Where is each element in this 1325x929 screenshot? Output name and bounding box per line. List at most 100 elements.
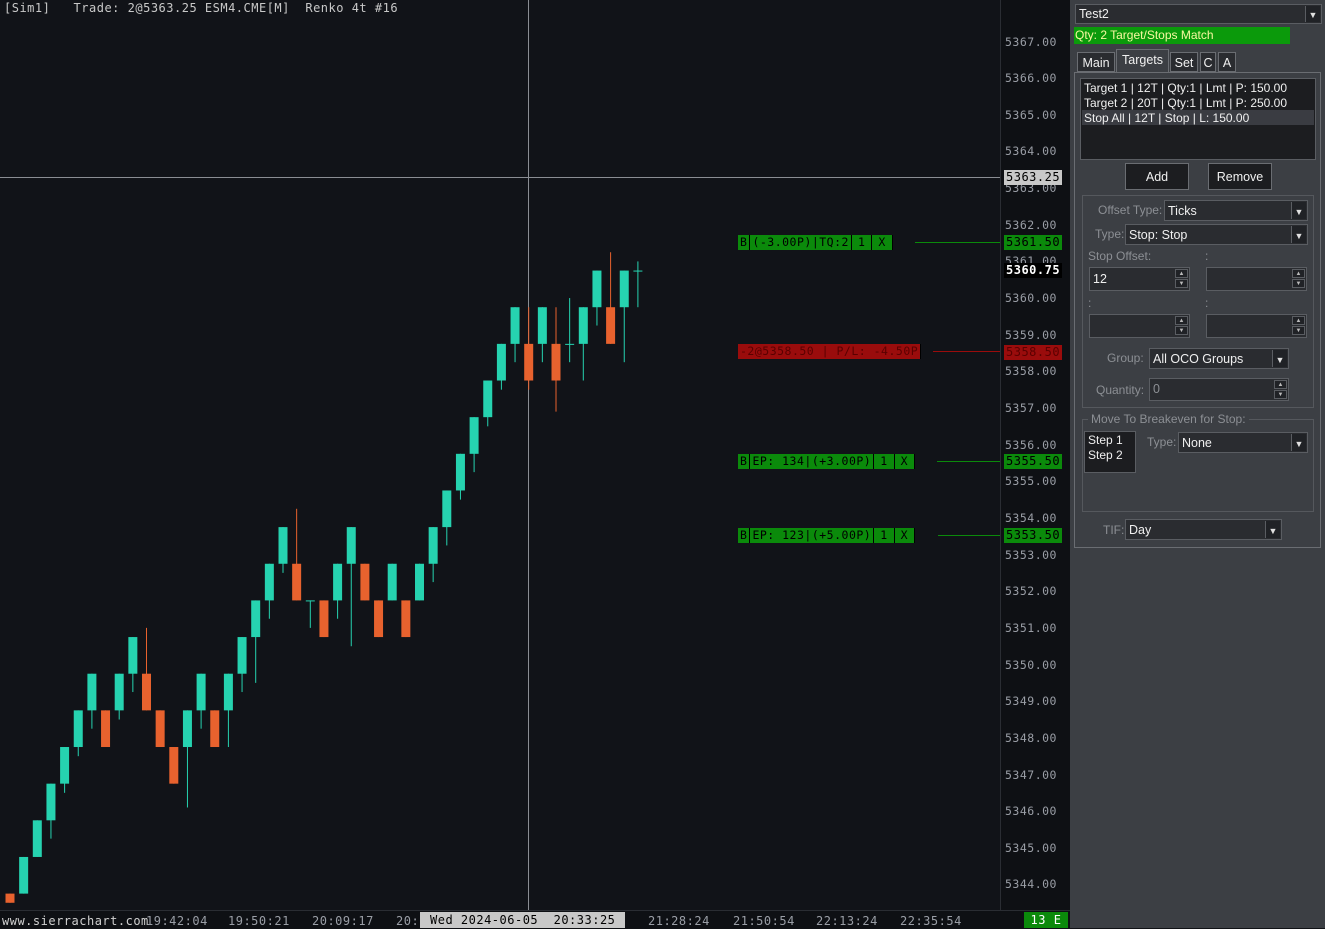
order-label-mid[interactable]: B EP: 134|(+3.00P) 1 X xyxy=(738,454,916,469)
candle-body xyxy=(128,637,138,674)
candle-up xyxy=(496,343,506,390)
list-item[interactable]: Step 2 xyxy=(1088,448,1123,462)
stop-offset-input[interactable]: 12 ▲ ▼ xyxy=(1089,267,1190,291)
quantity-input[interactable]: 0 ▲ ▼ xyxy=(1149,378,1289,401)
candle-up xyxy=(73,710,83,757)
chart-plot-area[interactable]: [Sim1] Trade: 2@5363.25 ESM4.CME[M] Renk… xyxy=(0,0,1000,910)
chart-header: [Sim1] Trade: 2@5363.25 ESM4.CME[M] Renk… xyxy=(4,1,398,15)
order-qty-button[interactable]: 1 xyxy=(851,235,873,250)
candle-body xyxy=(606,307,616,344)
list-item-selected[interactable]: Stop All | 12T | Stop | L: 150.00 xyxy=(1084,111,1249,125)
account-select[interactable]: Test2 ▼ xyxy=(1075,4,1322,24)
price-tick: 5353.00 xyxy=(1005,547,1057,562)
position-label[interactable]: -2@5358.50 | P/L: -4.50P xyxy=(738,344,922,359)
add-button[interactable]: Add xyxy=(1125,163,1189,190)
candle-up xyxy=(196,673,206,729)
target-list[interactable]: Target 1 | 12T | Qty:1 | Lmt | P: 150.00… xyxy=(1080,78,1316,160)
candle-body xyxy=(428,527,438,564)
time-axis[interactable]: www.sierrachart.com 19:42:04 19:50:21 20… xyxy=(0,910,1070,929)
candle-body xyxy=(237,637,247,674)
candle-up xyxy=(565,298,575,363)
offset-input-4[interactable]: ▲ ▼ xyxy=(1206,314,1307,338)
chevron-down-icon: ▼ xyxy=(1265,521,1280,538)
price-tick: 5366.00 xyxy=(1005,71,1057,86)
order-close-button[interactable]: X xyxy=(872,235,893,250)
be-type-value: None xyxy=(1182,436,1212,450)
time-tick: 22:35:54 xyxy=(900,914,962,928)
list-item[interactable]: Step 1 xyxy=(1088,433,1123,447)
order-line-mid xyxy=(937,461,1000,462)
spin-up-icon[interactable]: ▲ xyxy=(1292,316,1305,325)
spin-down-icon[interactable]: ▼ xyxy=(1292,326,1305,335)
list-item[interactable]: Target 1 | 12T | Qty:1 | Lmt | P: 150.00 xyxy=(1084,81,1287,95)
candle-up xyxy=(60,747,70,793)
candle-up xyxy=(483,380,493,427)
offset-type-select[interactable]: Ticks ▼ xyxy=(1164,200,1308,221)
candle-up xyxy=(387,563,397,601)
tab-main[interactable]: Main xyxy=(1077,52,1115,72)
order-qty-button[interactable]: 1 xyxy=(874,454,895,469)
offset-type-value: Ticks xyxy=(1168,204,1197,218)
spin-down-icon[interactable]: ▼ xyxy=(1175,279,1188,288)
order-info: EP: 123|(+5.00P) xyxy=(750,528,875,543)
tab-c[interactable]: C xyxy=(1200,52,1216,72)
candle-body xyxy=(87,673,97,711)
tab-a[interactable]: A xyxy=(1218,52,1236,72)
price-tick: 5348.00 xyxy=(1005,730,1057,745)
candle-up xyxy=(428,527,438,583)
list-item[interactable]: Target 2 | 20T | Qty:1 | Lmt | P: 250.00 xyxy=(1084,96,1287,110)
stop-offset-label: Stop Offset: xyxy=(1088,249,1152,263)
candle-body xyxy=(333,563,343,601)
quantity-label: Quantity: xyxy=(1096,383,1145,397)
spin-down-icon[interactable]: ▼ xyxy=(1292,279,1305,288)
candle-up xyxy=(32,820,42,857)
tif-select[interactable]: Day ▼ xyxy=(1125,519,1282,540)
remove-button[interactable]: Remove xyxy=(1208,163,1272,190)
candle-up xyxy=(578,307,588,381)
stop-offset-value: 12 xyxy=(1093,272,1107,286)
chevron-down-icon: ▼ xyxy=(1305,6,1320,22)
candle-body xyxy=(73,710,83,748)
candle-body xyxy=(155,710,165,748)
candle-body xyxy=(483,380,493,418)
candle-body xyxy=(442,490,452,528)
trade-value: 2@5363.25 xyxy=(127,1,198,15)
status-bar: Qty: 2 Target/Stops Match xyxy=(1074,27,1290,44)
chart-window[interactable]: [Sim1] Trade: 2@5363.25 ESM4.CME[M] Renk… xyxy=(0,0,1071,929)
order-line-low xyxy=(938,535,1000,536)
stop-type-select[interactable]: Stop: Stop ▼ xyxy=(1125,224,1308,245)
step-list[interactable]: Step 1 Step 2 xyxy=(1084,431,1136,473)
be-type-select[interactable]: None ▼ xyxy=(1178,432,1308,453)
candle-body xyxy=(346,527,356,564)
chevron-down-icon: ▼ xyxy=(1291,202,1306,219)
spin-up-icon[interactable]: ▲ xyxy=(1292,269,1305,278)
price-tick: 5354.00 xyxy=(1005,510,1057,525)
candle-up xyxy=(592,270,602,326)
tab-targets[interactable]: Targets xyxy=(1116,49,1169,73)
price-tick: 5358.00 xyxy=(1005,364,1057,379)
offset-input-2[interactable]: ▲ ▼ xyxy=(1206,267,1307,291)
order-close-button[interactable]: X xyxy=(894,454,916,469)
price-axis[interactable]: 5367.00 5366.00 5365.00 5364.00 5363.00 5362.… xyxy=(1000,0,1071,910)
order-label-top[interactable]: B (-3.00P)|TQ:2 1 X xyxy=(738,235,893,250)
tab-set[interactable]: Set xyxy=(1170,52,1198,72)
order-qty-button[interactable]: 1 xyxy=(874,528,895,543)
candle-body xyxy=(182,710,192,748)
spin-up-icon[interactable]: ▲ xyxy=(1274,380,1287,389)
offset-input-3[interactable]: ▲ ▼ xyxy=(1089,314,1190,338)
spin-down-icon[interactable]: ▼ xyxy=(1175,326,1188,335)
candle-down xyxy=(401,600,411,638)
spin-down-icon[interactable]: ▼ xyxy=(1274,390,1287,399)
order-close-button[interactable]: X xyxy=(894,528,916,543)
stop-type-value: Stop: Stop xyxy=(1129,228,1188,242)
candle-body xyxy=(469,417,479,454)
group-select[interactable]: All OCO Groups ▼ xyxy=(1149,348,1289,369)
spin-up-icon[interactable]: ▲ xyxy=(1175,316,1188,325)
candle-body xyxy=(360,563,370,601)
order-label-low[interactable]: B EP: 123|(+5.00P) 1 X xyxy=(738,528,916,543)
be-type-label: Type: xyxy=(1147,435,1177,449)
candle-body xyxy=(142,673,151,711)
spin-up-icon[interactable]: ▲ xyxy=(1175,269,1188,278)
tif-label: TIF: xyxy=(1103,523,1125,537)
candle-down xyxy=(524,307,534,390)
